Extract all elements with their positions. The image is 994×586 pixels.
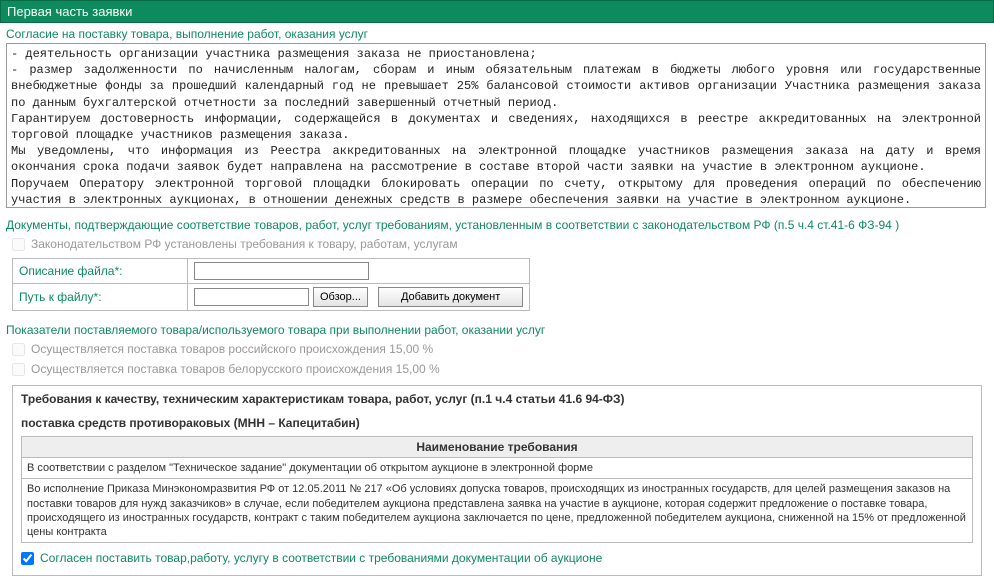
file-path-label: Путь к файлу*:	[13, 284, 188, 311]
file-desc-input[interactable]	[194, 262, 369, 280]
law-requirements-label: Законодательством РФ установлены требова…	[31, 237, 458, 251]
russian-origin-row: Осуществляется поставка товаров российск…	[0, 339, 994, 359]
requirements-column-header: Наименование требования	[22, 437, 973, 458]
belarus-origin-row: Осуществляется поставка товаров белорусс…	[0, 359, 994, 379]
requirements-heading: Требования к качеству, техническим харак…	[21, 392, 973, 406]
requirements-panel: Требования к качеству, техническим харак…	[12, 385, 982, 576]
consent-textarea[interactable]: - деятельность организации участника раз…	[6, 43, 986, 208]
agree-label: Согласен поставить товар,работу, услугу …	[40, 551, 602, 565]
requirements-subheading: поставка средств противораковых (МНН – К…	[21, 416, 973, 430]
consent-section-title: Согласие на поставку товара, выполнение …	[0, 23, 994, 43]
russian-origin-label: Осуществляется поставка товаров российск…	[31, 342, 433, 356]
file-desc-label: Описание файла*:	[13, 259, 188, 284]
law-requirements-checkbox	[12, 238, 25, 251]
belarus-origin-label: Осуществляется поставка товаров белорусс…	[31, 362, 440, 376]
table-row: В соответствии с разделом "Техническое з…	[22, 458, 973, 479]
add-document-button[interactable]: Добавить документ	[378, 287, 523, 307]
law-requirements-check-row: Законодательством РФ установлены требова…	[0, 234, 994, 254]
table-row: Путь к файлу*: Обзор... Добавить докумен…	[13, 284, 530, 311]
table-row: Описание файла*:	[13, 259, 530, 284]
agree-checkbox[interactable]	[21, 552, 34, 565]
file-upload-table: Описание файла*: Путь к файлу*: Обзор...…	[12, 258, 530, 311]
panel-header: Первая часть заявки	[0, 0, 994, 23]
agree-row[interactable]: Согласен поставить товар,работу, услугу …	[21, 551, 973, 565]
requirements-table: Наименование требования В соответствии с…	[21, 436, 973, 543]
documents-section-title: Документы, подтверждающие соответствие т…	[0, 214, 994, 234]
russian-origin-checkbox	[12, 343, 25, 356]
belarus-origin-checkbox	[12, 363, 25, 376]
requirement-cell: Во исполнение Приказа Минэкономразвития …	[22, 479, 973, 543]
indicators-section-title: Показатели поставляемого товара/использу…	[0, 319, 994, 339]
table-row: Во исполнение Приказа Минэкономразвития …	[22, 479, 973, 543]
file-path-display[interactable]	[194, 288, 309, 306]
requirement-cell: В соответствии с разделом "Техническое з…	[22, 458, 973, 479]
browse-button[interactable]: Обзор...	[313, 287, 368, 307]
